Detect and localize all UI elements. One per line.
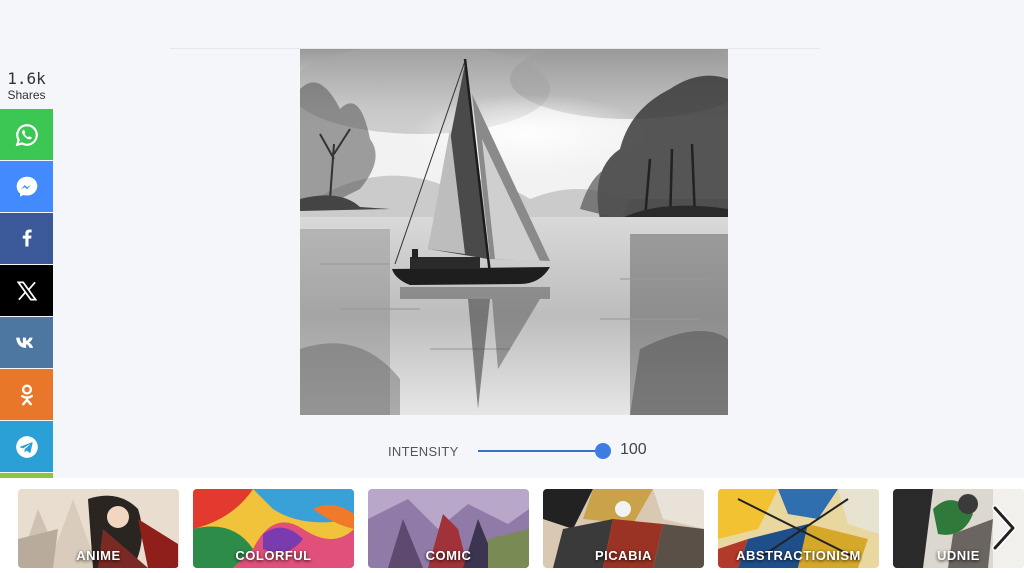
- odnoklassniki-icon: [20, 383, 33, 405]
- messenger-share-button[interactable]: [0, 161, 53, 212]
- style-card-anime[interactable]: ANIME: [18, 489, 179, 568]
- vk-share-button[interactable]: [0, 317, 53, 368]
- style-carousel: ANIME COLORFUL COMIC PICABIA ABSTRACTION…: [0, 478, 1024, 573]
- intensity-label: INTENSITY: [388, 444, 459, 459]
- slider-track: [478, 450, 603, 452]
- share-count-label: Shares: [7, 88, 46, 102]
- carousel-next-button[interactable]: [985, 498, 1023, 558]
- vk-icon: [15, 337, 33, 348]
- slider-thumb[interactable]: [595, 443, 611, 459]
- x-icon: [16, 280, 37, 301]
- odnoklassniki-share-button[interactable]: [0, 369, 53, 420]
- telegram-share-button[interactable]: [0, 421, 53, 472]
- style-card-picabia[interactable]: PICABIA: [543, 489, 704, 568]
- telegram-icon: [15, 435, 38, 458]
- x-share-button[interactable]: [0, 265, 53, 316]
- style-card-label: ABSTRACTIONISM: [736, 548, 861, 563]
- intensity-value: 100: [620, 441, 647, 458]
- whatsapp-icon: [15, 123, 38, 146]
- style-card-label: ANIME: [76, 548, 121, 563]
- facebook-share-button[interactable]: [0, 213, 53, 264]
- style-card-label: COMIC: [425, 548, 472, 563]
- facebook-icon: [22, 229, 32, 246]
- result-image: [300, 49, 728, 415]
- style-card-label: PICABIA: [595, 548, 652, 563]
- chevron-right-icon: [992, 505, 1016, 551]
- whatsapp-share-button[interactable]: [0, 109, 53, 160]
- messenger-icon: [16, 176, 37, 197]
- share-count-number: 1.6k: [7, 69, 46, 88]
- share-sidebar: 1.6k Shares: [0, 66, 53, 525]
- style-card-abstractionism[interactable]: ABSTRACTIONISM: [718, 489, 879, 568]
- style-card-comic[interactable]: COMIC: [368, 489, 529, 568]
- style-card-colorful[interactable]: COLORFUL: [193, 489, 354, 568]
- share-count: 1.6k Shares: [0, 66, 53, 109]
- intensity-slider[interactable]: [478, 443, 613, 459]
- style-card-label: COLORFUL: [235, 548, 312, 563]
